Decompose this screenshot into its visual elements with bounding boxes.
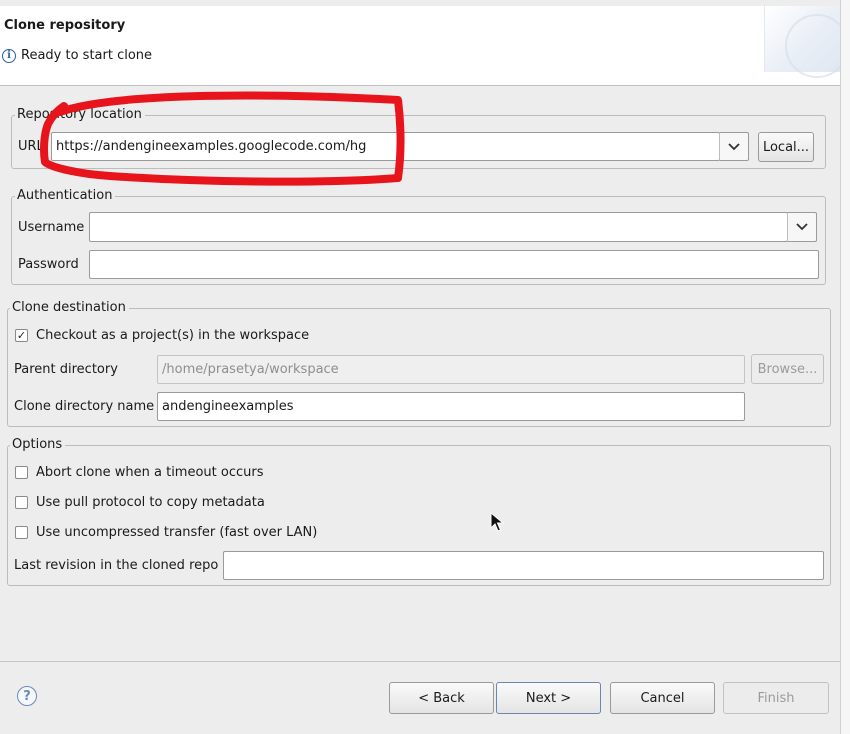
username-dropdown-button[interactable] — [787, 212, 817, 242]
clone-repository-dialog: Clone repository i Ready to start clone … — [0, 0, 850, 734]
wizard-header: Clone repository i Ready to start clone — [0, 6, 849, 86]
last-revision-label: Last revision in the cloned repo — [14, 558, 219, 573]
abort-timeout-checkbox-row[interactable]: Abort clone when a timeout occurs — [15, 465, 264, 480]
uncompressed-transfer-checkbox[interactable] — [15, 526, 28, 539]
local-button[interactable]: Local... — [758, 132, 814, 162]
username-input[interactable] — [89, 212, 788, 242]
checkout-projects-checkbox-row[interactable]: ✓ Checkout as a project(s) in the worksp… — [15, 328, 309, 343]
wizard-banner-image — [764, 6, 849, 78]
back-button[interactable]: < Back — [389, 682, 494, 714]
clone-directory-name-input[interactable] — [157, 392, 745, 421]
status-message: Ready to start clone — [21, 48, 153, 63]
last-revision-input[interactable] — [223, 551, 824, 580]
password-input[interactable] — [89, 250, 819, 279]
mouse-cursor-icon — [490, 512, 504, 532]
checkout-projects-label: Checkout as a project(s) in the workspac… — [36, 328, 310, 343]
pull-protocol-label: Use pull protocol to copy metadata — [36, 495, 265, 510]
help-icon[interactable]: ? — [17, 686, 37, 706]
background-window-edge — [840, 0, 850, 734]
uncompressed-transfer-checkbox-row[interactable]: Use uncompressed transfer (fast over LAN… — [15, 525, 317, 540]
cancel-button[interactable]: Cancel — [610, 682, 715, 714]
parent-directory-input — [157, 355, 745, 384]
next-button[interactable]: Next > — [496, 682, 601, 714]
username-label: Username — [18, 220, 85, 235]
abort-timeout-checkbox[interactable] — [15, 466, 28, 479]
info-icon: i — [2, 48, 16, 63]
url-dropdown-button[interactable] — [719, 132, 749, 161]
authentication-label: Authentication — [15, 188, 116, 204]
abort-timeout-label: Abort clone when a timeout occurs — [36, 465, 264, 480]
pull-protocol-checkbox[interactable] — [15, 496, 28, 509]
pull-protocol-checkbox-row[interactable]: Use pull protocol to copy metadata — [15, 495, 265, 510]
clone-directory-name-label: Clone directory name — [14, 399, 155, 414]
page-title: Clone repository — [4, 18, 126, 33]
clone-destination-label: Clone destination — [10, 300, 129, 316]
repository-location-label: Repository location — [15, 107, 145, 123]
url-input[interactable] — [51, 132, 720, 161]
footer-separator — [0, 661, 840, 662]
chevron-down-icon — [796, 223, 808, 231]
chevron-down-icon — [728, 142, 740, 150]
password-label: Password — [18, 257, 79, 272]
url-label: URL — [18, 139, 44, 154]
browse-button: Browse... — [751, 354, 824, 384]
parent-directory-label: Parent directory — [14, 362, 118, 377]
options-label: Options — [10, 437, 66, 453]
status-message-row: i Ready to start clone — [2, 48, 152, 63]
checkout-projects-checkbox[interactable]: ✓ — [15, 329, 28, 342]
finish-button: Finish — [723, 682, 829, 714]
uncompressed-transfer-label: Use uncompressed transfer (fast over LAN… — [36, 525, 318, 540]
